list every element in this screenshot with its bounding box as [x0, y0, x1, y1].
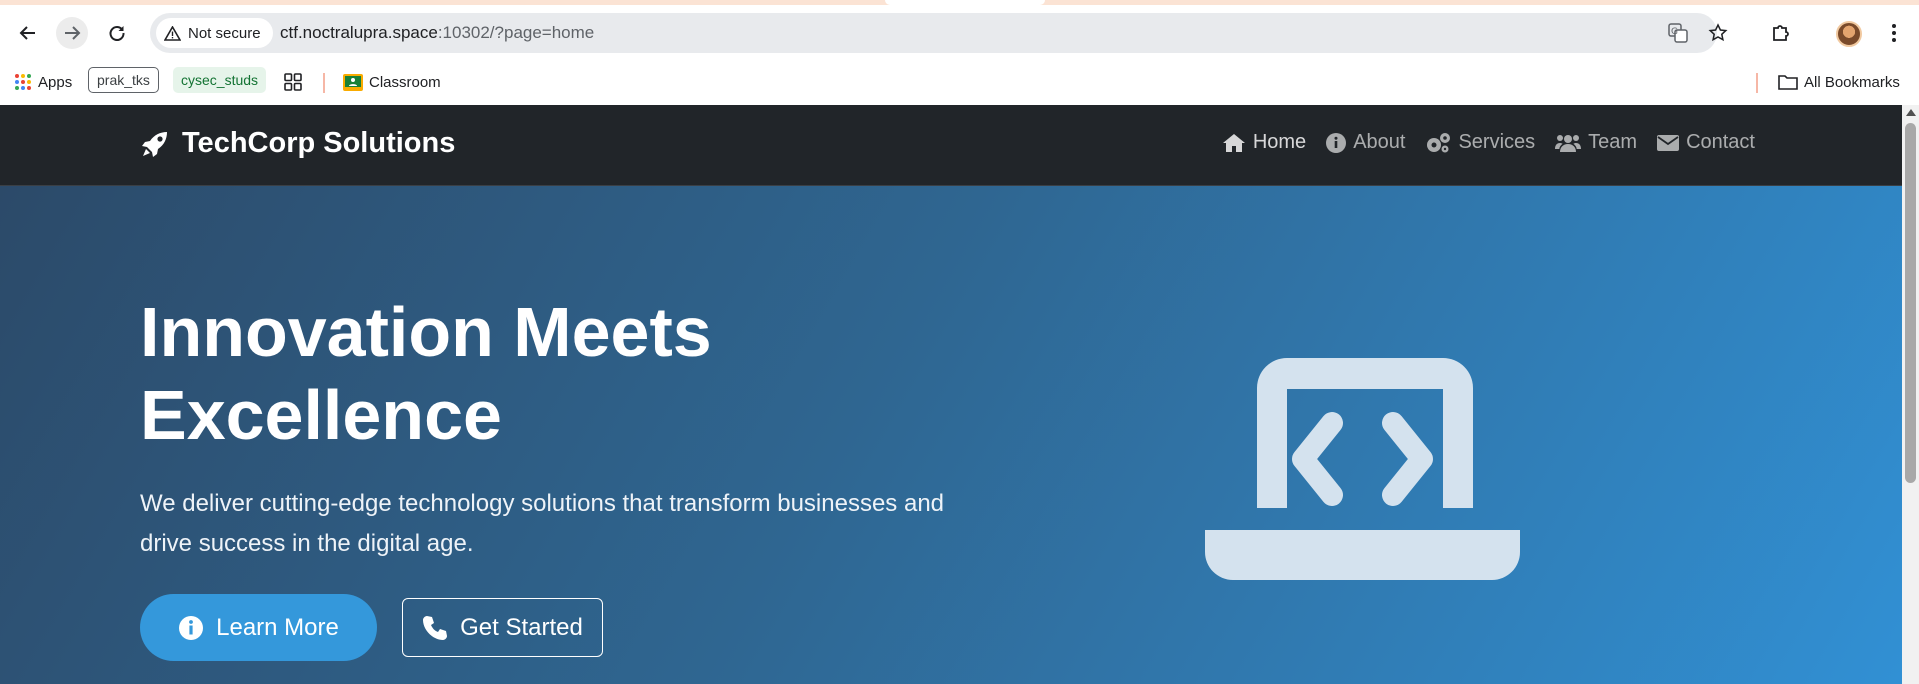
bookmark-apps[interactable]: Apps: [14, 69, 72, 95]
warning-icon: [164, 25, 181, 41]
profile-avatar[interactable]: [1836, 21, 1862, 47]
brand-link[interactable]: TechCorp Solutions: [140, 127, 455, 160]
learn-more-label: Learn More: [216, 613, 339, 641]
nav-item-label: Services: [1458, 131, 1536, 153]
hero-section: Innovation Meets Excellence We deliver c…: [0, 186, 1902, 684]
nav-item-services[interactable]: Services: [1425, 131, 1535, 154]
extensions-button[interactable]: [1767, 19, 1795, 47]
bookmark-separator: [323, 73, 325, 93]
reload-button[interactable]: [101, 17, 133, 49]
hero-title-line2: Excellence: [140, 376, 502, 454]
classroom-icon: [343, 73, 363, 91]
site-info-chip[interactable]: Not secure: [156, 18, 273, 48]
folder-icon: [1778, 75, 1798, 90]
learn-more-button[interactable]: Learn More: [140, 594, 377, 661]
site-nav-links: Home About Services Team Contact: [1222, 131, 1755, 154]
bookmark-prak-tks[interactable]: prak_tks: [88, 67, 159, 93]
puzzle-icon: [1773, 25, 1789, 41]
nav-item-home[interactable]: Home: [1222, 131, 1306, 154]
tab-groups-icon: [284, 73, 302, 91]
scrollbar-thumb[interactable]: [1905, 123, 1916, 483]
bookmarks-bar: Apps prak_tks cysec_studs Classroom All …: [0, 61, 1919, 105]
nav-item-label: Contact: [1686, 131, 1755, 153]
gears-icon: [1427, 132, 1451, 152]
back-button[interactable]: [12, 17, 44, 49]
svg-text:G: G: [1671, 27, 1678, 37]
hero-subtitle: We deliver cutting-edge technology solut…: [140, 490, 945, 557]
translate-icon: G: [1668, 23, 1688, 43]
browser-toolbar: Not secure ctf.noctralupra.space:10302/?…: [0, 5, 1919, 61]
users-icon: [1555, 134, 1582, 152]
hero-title: Innovation Meets Excellence: [140, 291, 900, 457]
home-icon: [1222, 133, 1245, 152]
all-bookmarks-button[interactable]: All Bookmarks: [1778, 69, 1900, 95]
security-label: Not secure: [188, 24, 261, 42]
rocket-icon: [142, 131, 167, 157]
site-navbar: TechCorp Solutions Home About Services T…: [0, 105, 1902, 186]
nav-item-contact[interactable]: Contact: [1657, 131, 1755, 154]
url-path: :10302/?page=home: [437, 23, 595, 42]
forward-arrow-icon: [65, 26, 81, 40]
star-icon: [1708, 23, 1728, 42]
info-icon: [1326, 132, 1347, 153]
url-text[interactable]: ctf.noctralupra.space:10302/?page=home: [280, 23, 594, 43]
reload-icon: [109, 26, 125, 41]
url-host: ctf.noctralupra.space: [280, 23, 438, 42]
address-bar[interactable]: Not secure ctf.noctralupra.space:10302/?…: [150, 13, 1728, 53]
translate-button[interactable]: G: [1667, 22, 1689, 44]
bookmark-apps-label: Apps: [38, 73, 73, 91]
back-arrow-icon: [19, 26, 35, 40]
brand-name: TechCorp Solutions: [182, 127, 456, 159]
scroll-up-arrow-icon[interactable]: [1906, 109, 1916, 116]
get-started-button[interactable]: Get Started: [402, 598, 603, 657]
bookmark-classroom[interactable]: Classroom: [343, 69, 441, 95]
bookmark-tab-groups[interactable]: [284, 69, 302, 95]
bookmark-separator: [1756, 73, 1758, 93]
page-viewport: TechCorp Solutions Home About Services T…: [0, 105, 1902, 684]
page-scrollbar[interactable]: [1902, 105, 1919, 684]
hero-title-line1: Innovation Meets: [140, 293, 712, 371]
bookmark-star-button[interactable]: [1707, 22, 1729, 44]
apps-grid-icon: [15, 74, 31, 90]
forward-button[interactable]: [56, 17, 88, 49]
all-bookmarks-label: All Bookmarks: [1804, 73, 1900, 91]
laptop-code-icon: [1205, 358, 1520, 580]
nav-item-label: Team: [1588, 131, 1638, 153]
kebab-menu-icon: [1892, 24, 1896, 42]
nav-item-label: Home: [1252, 131, 1307, 153]
nav-item-label: About: [1353, 131, 1406, 153]
envelope-icon: [1657, 134, 1680, 151]
browser-menu-button[interactable]: [1880, 19, 1908, 47]
nav-item-team[interactable]: Team: [1555, 131, 1637, 154]
bookmark-cysec-studs[interactable]: cysec_studs: [173, 67, 267, 93]
get-started-label: Get Started: [460, 613, 583, 641]
info-icon: [179, 615, 204, 640]
nav-item-about[interactable]: About: [1326, 131, 1405, 154]
phone-icon: [423, 615, 448, 640]
bookmark-classroom-label: Classroom: [369, 73, 441, 91]
